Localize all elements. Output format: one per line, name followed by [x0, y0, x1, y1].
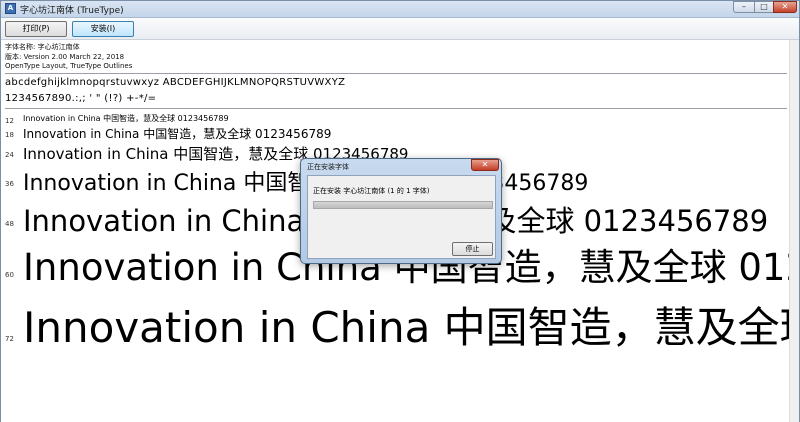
install-status-message: 正在安装 字心坊江南体 (1 的 1 字体) [313, 187, 430, 195]
size-label-12: 12 [5, 117, 14, 125]
print-button[interactable]: 打印(P) [5, 21, 67, 37]
size-label-48: 48 [5, 220, 14, 228]
font-type: OpenType Layout, TrueType Outlines [5, 62, 133, 70]
divider [5, 108, 787, 109]
size-label-18: 18 [5, 131, 14, 139]
font-name: 字体名称: 字心坊江南体 [5, 43, 80, 51]
charset-symbols: 1234567890.:,; ' " (!?) +-*/= [5, 93, 157, 104]
charset-letters: abcdefghijklmnopqrstuvwxyz ABCDEFGHIJKLM… [5, 77, 346, 88]
maximize-button[interactable]: □ [754, 1, 774, 13]
size-label-60: 60 [5, 271, 14, 279]
size-label-24: 24 [5, 151, 14, 159]
font-version: 版本: Version 2.00 March 22, 2018 [5, 53, 125, 61]
stop-button[interactable]: 停止 [452, 242, 493, 256]
dialog-close-button[interactable]: ✕ [471, 159, 499, 171]
sample-18: Innovation in China 中国智造，慧及全球 0123456789 [23, 127, 332, 141]
vertical-scrollbar[interactable] [789, 40, 799, 422]
window-title: 字心坊江南体 (TrueType) [20, 6, 124, 16]
dialog-body: 正在安装 字心坊江南体 (1 的 1 字体) 停止 [307, 175, 496, 259]
close-button[interactable]: ✕ [773, 1, 797, 13]
sample-72: Innovation in China 中国智造，慧及全球 0123456789 [23, 303, 789, 352]
minimize-button[interactable]: – [733, 1, 755, 13]
toolbar: 打印(P) 安装(I) [1, 18, 799, 40]
install-button[interactable]: 安装(I) [72, 21, 134, 37]
install-progress-bar [313, 201, 493, 209]
divider [5, 73, 787, 74]
title-bar[interactable]: A 字心坊江南体 (TrueType) – □ ✕ [1, 1, 799, 18]
sample-12: Innovation in China 中国智造，慧及全球 0123456789 [23, 114, 229, 123]
font-file-icon: A [5, 3, 16, 14]
font-viewer-window: A 字心坊江南体 (TrueType) – □ ✕ 打印(P) 安装(I) 字体… [0, 0, 800, 422]
dialog-title: 正在安装字体 [307, 163, 349, 171]
size-label-36: 36 [5, 180, 14, 188]
progress-fill [314, 202, 492, 208]
install-progress-dialog: 正在安装字体 ✕ 正在安装 字心坊江南体 (1 的 1 字体) 停止 [300, 158, 502, 264]
size-label-72: 72 [5, 335, 14, 343]
